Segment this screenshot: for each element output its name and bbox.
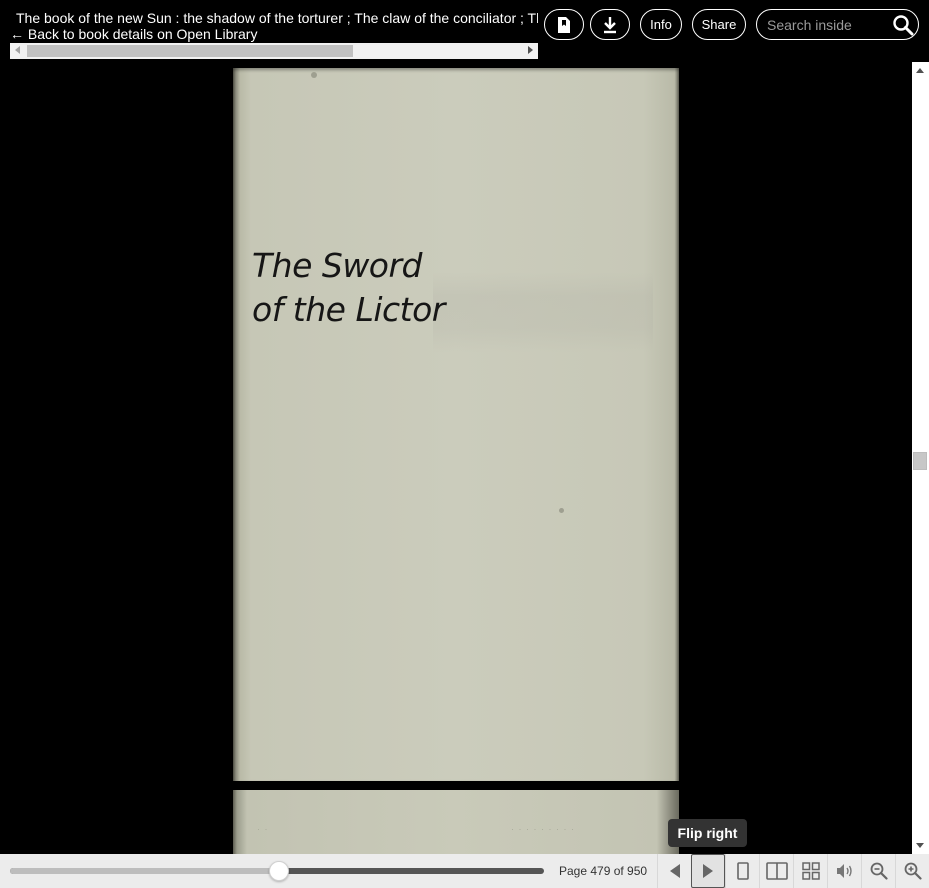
two-page-view-button[interactable] (759, 854, 793, 888)
zoom-in-icon (904, 862, 922, 880)
thumbnail-view-icon (801, 862, 820, 880)
search-icon[interactable] (892, 14, 914, 36)
flip-left-icon (669, 864, 680, 878)
thumbnail-view-button[interactable] (793, 854, 827, 888)
info-button[interactable]: Info (640, 9, 682, 40)
flip-right-tooltip: Flip right (668, 819, 747, 847)
page-number-faint: · · (257, 824, 269, 834)
next-book-page[interactable]: · · · · · · · · · · · (233, 790, 679, 854)
bookmark-page-icon (558, 16, 570, 33)
scroll-left-arrow-icon[interactable] (15, 46, 20, 54)
zoom-out-button[interactable] (861, 854, 895, 888)
page-slider-progress (10, 868, 279, 874)
flip-right-button[interactable] (691, 854, 725, 888)
bleed-through-text (433, 272, 653, 352)
page-speck (559, 508, 564, 513)
share-button[interactable]: Share (692, 9, 746, 40)
download-button[interactable] (590, 9, 630, 40)
scroll-right-arrow-icon[interactable] (528, 46, 533, 54)
page-slider[interactable] (10, 861, 544, 881)
vertical-scrollbar[interactable] (912, 62, 929, 854)
title-horizontal-scrollbar[interactable] (10, 43, 538, 59)
zoom-in-button[interactable] (895, 854, 929, 888)
one-page-view-button[interactable] (725, 854, 759, 888)
page-speck (311, 72, 317, 78)
running-header-faint: · · · · · · · · · (511, 824, 575, 834)
book-page[interactable]: The Sword of the Lictor (233, 68, 679, 781)
scrollbar-thumb[interactable] (27, 45, 353, 57)
vertical-scrollbar-thumb[interactable] (913, 452, 927, 470)
one-page-view-icon (736, 862, 749, 880)
read-aloud-icon (836, 864, 852, 878)
page-slider-handle[interactable] (269, 861, 289, 881)
page-title: The Sword of the Lictor (252, 246, 445, 329)
scroll-up-arrow-icon[interactable] (916, 68, 924, 73)
download-icon (604, 16, 616, 33)
page-number-label: Page 479 of 950 (559, 864, 648, 878)
zoom-out-icon (870, 862, 888, 880)
two-page-view-icon (765, 862, 788, 880)
bottom-toolbar: Page 479 of 950 (0, 854, 929, 888)
back-to-book-details-link[interactable]: ← Back to book details on Open Library (10, 26, 257, 42)
bookmark-button[interactable] (544, 9, 584, 40)
search-inside-box[interactable] (756, 9, 919, 40)
flip-right-icon (703, 864, 713, 878)
search-input[interactable] (767, 16, 887, 34)
scroll-down-arrow-icon[interactable] (916, 843, 924, 848)
read-aloud-button[interactable] (827, 854, 861, 888)
flip-left-button[interactable] (657, 854, 691, 888)
